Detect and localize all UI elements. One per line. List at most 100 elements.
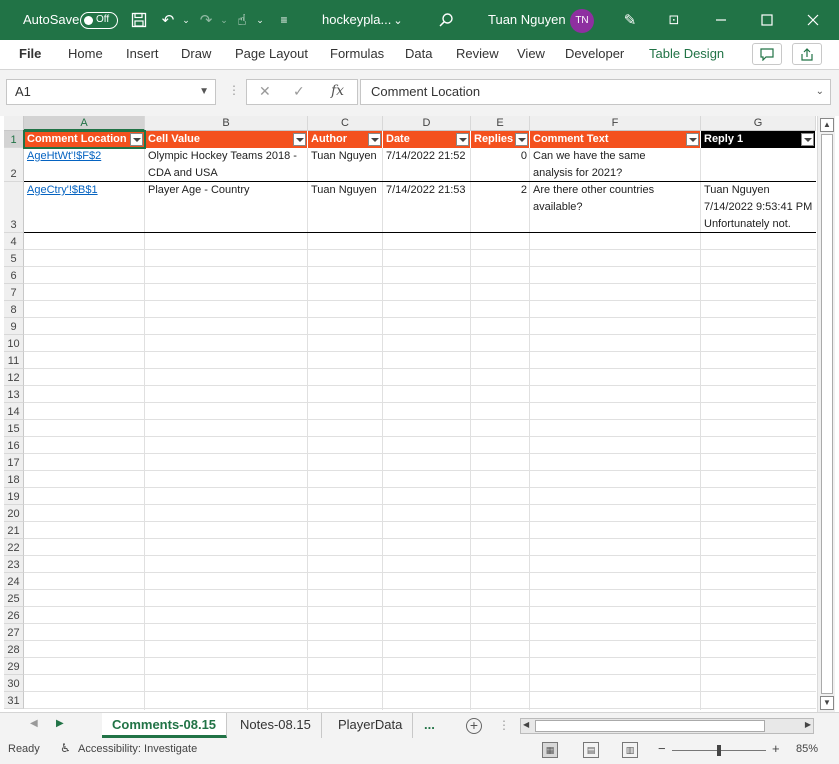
expand-formula-bar-icon[interactable]: ⌄ xyxy=(816,80,824,104)
tab-review[interactable]: Review xyxy=(456,40,499,68)
sheet-tab-notes[interactable]: Notes-08.15 xyxy=(230,713,322,738)
cancel-icon[interactable]: ✕ xyxy=(259,83,271,100)
column-header-g[interactable]: G xyxy=(701,116,816,131)
row-header[interactable]: 28 xyxy=(4,641,24,658)
customize-qat-icon[interactable]: ≡ xyxy=(274,10,294,30)
sheet-tab-playerdata[interactable]: PlayerData xyxy=(328,713,414,738)
table-header-comment-text[interactable]: Comment Text xyxy=(530,131,701,148)
row-header[interactable]: 27 xyxy=(4,624,24,641)
row-header[interactable]: 29 xyxy=(4,658,24,675)
page-layout-view-icon[interactable]: ▤ xyxy=(583,742,599,758)
filter-dropdown-icon[interactable] xyxy=(801,133,814,146)
scroll-down-icon[interactable]: ▼ xyxy=(820,696,834,710)
touch-mode-icon[interactable]: ☝ xyxy=(232,10,252,30)
row-header[interactable]: 2 xyxy=(4,148,24,182)
row-header[interactable]: 10 xyxy=(4,335,24,352)
cell-comment-location[interactable]: AgeHtWt'!$F$2 xyxy=(24,148,145,165)
row-header[interactable]: 6 xyxy=(4,267,24,284)
add-sheet-icon[interactable]: + xyxy=(466,718,482,734)
row-header[interactable]: 22 xyxy=(4,539,24,556)
close-button[interactable] xyxy=(790,0,836,40)
more-sheets-button[interactable]: ... xyxy=(418,713,441,738)
cell-comment-location[interactable]: AgeCtry'!$B$1 xyxy=(24,182,145,199)
user-avatar[interactable]: TN xyxy=(570,9,594,33)
cell-comment-text-line[interactable]: analysis for 2021? xyxy=(530,165,701,182)
minimize-button[interactable] xyxy=(698,0,744,40)
page-break-preview-icon[interactable]: ▥ xyxy=(622,742,638,758)
row-header[interactable]: 14 xyxy=(4,403,24,420)
vertical-scroll-thumb[interactable] xyxy=(821,134,833,694)
maximize-button[interactable] xyxy=(744,0,790,40)
cell-value-line[interactable]: Player Age - Country xyxy=(145,182,308,199)
cell-reply-line[interactable]: Unfortunately not. xyxy=(701,216,816,233)
table-header-reply-1[interactable]: Reply 1 xyxy=(701,131,816,148)
autosave-toggle[interactable]: Off xyxy=(80,12,118,29)
filter-dropdown-icon[interactable] xyxy=(456,133,469,146)
filter-dropdown-icon[interactable] xyxy=(686,133,699,146)
scroll-right-icon[interactable]: ▶ xyxy=(805,720,811,729)
row-header[interactable]: 24 xyxy=(4,573,24,590)
row-header[interactable]: 12 xyxy=(4,369,24,386)
zoom-level[interactable]: 85% xyxy=(796,743,818,755)
tab-data[interactable]: Data xyxy=(405,40,432,68)
row-header[interactable]: 13 xyxy=(4,386,24,403)
tab-developer[interactable]: Developer xyxy=(565,40,624,68)
row-header[interactable]: 30 xyxy=(4,675,24,692)
row-header[interactable]: 21 xyxy=(4,522,24,539)
tab-file[interactable]: File xyxy=(19,40,41,68)
row-header[interactable]: 25 xyxy=(4,590,24,607)
row-header[interactable]: 19 xyxy=(4,488,24,505)
cell-reply-line[interactable]: 7/14/2022 9:53:41 PM xyxy=(701,199,816,216)
row-header[interactable]: 17 xyxy=(4,454,24,471)
column-header-f[interactable]: F xyxy=(530,116,701,131)
column-header-c[interactable]: C xyxy=(308,116,383,131)
cell-replies[interactable]: 2 xyxy=(471,182,530,199)
table-header-date[interactable]: Date xyxy=(383,131,471,148)
cell-reply-line[interactable]: Tuan Nguyen xyxy=(701,182,816,199)
row-header[interactable]: 31 xyxy=(4,692,24,709)
tab-page-layout[interactable]: Page Layout xyxy=(235,40,308,68)
search-icon[interactable] xyxy=(436,10,456,30)
column-header-b[interactable]: B xyxy=(145,116,308,131)
row-header[interactable]: 23 xyxy=(4,556,24,573)
name-box[interactable]: A1 ▼ xyxy=(6,79,216,105)
table-header-author[interactable]: Author xyxy=(308,131,383,148)
tab-table-design[interactable]: Table Design xyxy=(649,40,724,68)
undo-dropdown-icon[interactable]: ⌄ xyxy=(176,10,196,30)
filter-dropdown-icon[interactable] xyxy=(368,133,381,146)
tab-draw[interactable]: Draw xyxy=(181,40,211,68)
filter-dropdown-icon[interactable] xyxy=(515,133,528,146)
filename-chevron-icon[interactable]: ⌄ xyxy=(388,10,408,30)
name-box-dropdown-icon[interactable]: ▼ xyxy=(199,80,209,104)
row-header[interactable]: 15 xyxy=(4,420,24,437)
file-name[interactable]: hockeypla... xyxy=(322,0,391,40)
row-header[interactable]: 5 xyxy=(4,250,24,267)
row-header[interactable]: 26 xyxy=(4,607,24,624)
cell-comment-text-line[interactable]: Are there other countries xyxy=(530,182,701,199)
cell-value-line[interactable]: Olympic Hockey Teams 2018 - xyxy=(145,148,308,165)
worksheet-grid[interactable]: A B C D E F G 1 2 3 4 5 6 7 8 9 10 11 12… xyxy=(4,116,816,710)
tab-formulas[interactable]: Formulas xyxy=(330,40,384,68)
cell-date[interactable]: 7/14/2022 21:53 xyxy=(383,182,471,199)
table-header-replies[interactable]: Replies xyxy=(471,131,530,148)
cell-author[interactable]: Tuan Nguyen xyxy=(308,182,383,199)
cell-date[interactable]: 7/14/2022 21:52 xyxy=(383,148,471,165)
scroll-left-icon[interactable]: ◀ xyxy=(523,720,529,729)
row-header[interactable]: 7 xyxy=(4,284,24,301)
save-icon[interactable] xyxy=(129,10,149,30)
zoom-slider[interactable] xyxy=(672,745,766,756)
horizontal-scrollbar[interactable]: ◀ ▶ xyxy=(520,718,814,734)
row-header[interactable]: 16 xyxy=(4,437,24,454)
insert-function-icon[interactable]: fx xyxy=(331,83,344,99)
formula-input[interactable]: Comment Location ⌄ xyxy=(360,79,831,105)
row-header[interactable]: 11 xyxy=(4,352,24,369)
normal-view-icon[interactable]: ▦ xyxy=(542,742,558,758)
accessibility-icon[interactable]: ♿ xyxy=(60,741,71,755)
filter-dropdown-icon[interactable] xyxy=(293,133,306,146)
horizontal-scroll-thumb[interactable] xyxy=(535,720,765,732)
accessibility-status[interactable]: Accessibility: Investigate xyxy=(78,743,197,755)
cell-comment-text-line[interactable]: available? xyxy=(530,199,701,216)
comments-button[interactable] xyxy=(752,43,782,65)
scroll-up-icon[interactable]: ▲ xyxy=(820,118,834,132)
ribbon-display-icon[interactable]: ⊡ xyxy=(664,10,684,30)
